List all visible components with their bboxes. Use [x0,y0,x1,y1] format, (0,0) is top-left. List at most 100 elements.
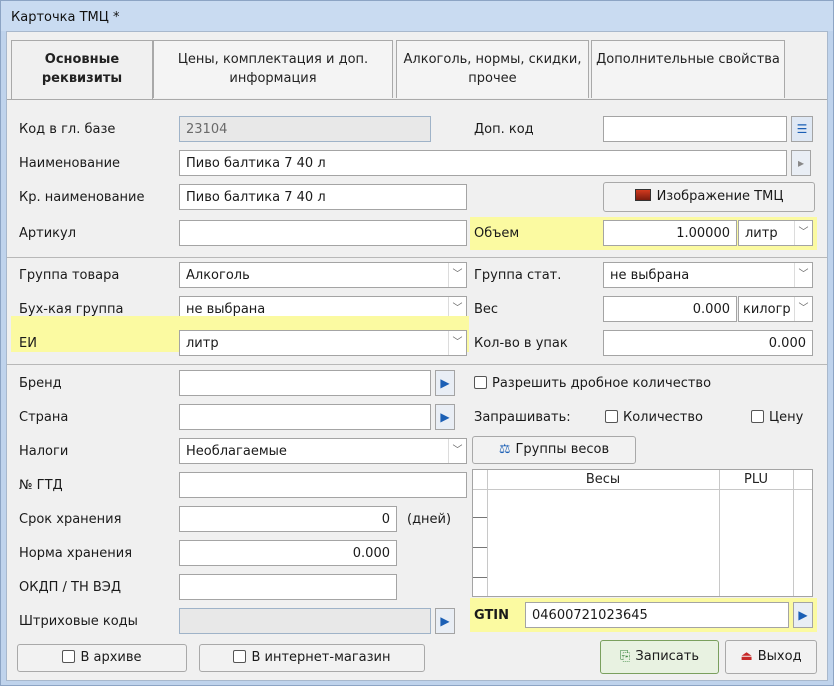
ask-label: Запрашивать: [474,410,571,425]
chevron-down-icon: ﹀ [794,297,812,321]
name-expand-icon[interactable]: ▸ [791,150,811,176]
archive-toggle[interactable]: В архиве [17,644,187,672]
form-content: Основные реквизиты Цены, комплектация и … [6,31,828,681]
tab-prices[interactable]: Цены, комплектация и доп. информация [153,40,393,98]
group-label: Группа товара [19,268,120,283]
fractional-label: Разрешить дробное количество [492,376,712,391]
checkbox-icon [751,410,764,423]
stat-group-value: не выбрана [610,268,690,283]
country-field[interactable] [179,404,431,430]
group-value: Алкоголь [186,268,250,283]
exit-label: Выход [757,649,802,664]
name-field[interactable]: Пиво балтика 7 40 л [179,150,787,176]
weight-unit-select[interactable]: килогр ﹀ [738,296,813,322]
window-title: Карточка ТМЦ * [1,1,833,31]
tab-basic-label: Основные реквизиты [41,52,123,86]
code-label: Код в гл. базе [19,122,116,137]
weight-field[interactable]: 0.000 [603,296,737,322]
exit-button[interactable]: ⏏ Выход [725,640,817,674]
exit-icon: ⏏ [740,649,753,664]
scale-icon: ⚖ [498,442,511,457]
acc-group-label: Бух-кая группа [19,302,124,317]
grid-tick [473,517,487,518]
stat-group-select[interactable]: не выбрана ﹀ [603,262,813,288]
save-icon: ⎘ [619,649,631,664]
gtin-label: GTIN [474,608,510,623]
list-icon[interactable]: ☰ [791,116,813,142]
eshop-label: В интернет-магазин [251,650,391,665]
ask-price-checkbox[interactable]: Цену [751,410,803,425]
brand-field[interactable] [179,370,431,396]
stat-group-label: Группа стат. [474,268,562,283]
tabs-divider [7,99,827,100]
weight-unit-value: килогр [743,302,791,317]
save-button[interactable]: ⎘ Записать [600,640,719,674]
grid-tick [473,577,487,578]
okdp-label: ОКДП / ТН ВЭД [19,580,122,595]
country-arrow-icon[interactable]: ▶ [435,404,455,430]
divider [7,364,827,365]
divider [7,257,827,258]
tab-extra-props[interactable]: Дополнительные свойства [591,40,785,98]
taxes-value: Необлагаемые [186,444,287,459]
fractional-checkbox[interactable]: Разрешить дробное количество [474,376,711,391]
pack-qty-field[interactable]: 0.000 [603,330,813,356]
shelf-life-unit: (дней) [407,512,452,527]
checkbox-icon [605,410,618,423]
save-label: Записать [635,649,699,664]
image-button-label: Изображение ТМЦ [656,189,784,204]
barcodes-label: Штриховые коды [19,614,138,629]
extra-code-label: Доп. код [474,122,534,137]
gtd-label: № ГТД [19,478,63,493]
volume-unit-select[interactable]: литр ﹀ [738,220,813,246]
image-button[interactable]: Изображение ТМЦ [603,182,815,212]
gtin-field[interactable]: 04600721023645 [525,602,789,628]
eshop-toggle[interactable]: В интернет-магазин [199,644,425,672]
article-field[interactable] [179,220,467,246]
chevron-down-icon: ﹀ [794,263,812,287]
volume-label: Объем [474,226,520,241]
code-field[interactable]: 23104 [179,116,431,142]
grid-col-scales: Весы [585,472,621,487]
tab-alcohol-label: Алкоголь, нормы, скидки, прочее [403,52,582,86]
taxes-select[interactable]: Необлагаемые ﹀ [179,438,467,464]
grid-tick [473,547,487,548]
weight-label: Вес [474,302,499,317]
storage-norm-label: Норма хранения [19,546,133,561]
scales-grid[interactable]: Весы PLU [472,469,813,597]
unit-select[interactable]: литр ﹀ [179,330,467,356]
group-select[interactable]: Алкоголь ﹀ [179,262,467,288]
article-label: Артикул [19,226,77,241]
gtin-arrow-icon[interactable]: ▶ [793,602,813,628]
barcodes-arrow-icon[interactable]: ▶ [435,608,455,634]
grid-line [793,470,794,596]
ask-qty-checkbox[interactable]: Количество [605,410,703,425]
country-label: Страна [19,410,69,425]
image-icon [634,189,651,201]
checkbox-icon [62,650,76,663]
tab-basic[interactable]: Основные реквизиты [11,40,153,100]
unit-label: ЕИ [19,336,37,351]
brand-arrow-icon[interactable]: ▶ [435,370,455,396]
taxes-label: Налоги [19,444,69,459]
short-name-field[interactable]: Пиво балтика 7 40 л [179,184,467,210]
chevron-down-icon: ﹀ [448,331,466,355]
unit-value: литр [186,336,219,351]
shelf-life-field[interactable]: 0 [179,506,397,532]
chevron-down-icon: ﹀ [448,263,466,287]
volume-field[interactable]: 1.00000 [603,220,737,246]
tab-alcohol[interactable]: Алкоголь, нормы, скидки, прочее [396,40,589,98]
gtd-field[interactable] [179,472,467,498]
extra-code-field[interactable] [603,116,787,142]
tab-extra-props-label: Дополнительные свойства [596,52,780,67]
checkbox-icon [233,650,247,663]
window: Карточка ТМЦ * Основные реквизиты Цены, … [0,0,834,686]
archive-label: В архиве [80,650,142,665]
storage-norm-field[interactable]: 0.000 [179,540,397,566]
ask-price-label: Цену [769,410,804,425]
weight-groups-button[interactable]: ⚖ Группы весов [472,436,636,464]
acc-group-value: не выбрана [186,302,266,317]
okdp-field[interactable] [179,574,397,600]
volume-unit-value: литр [745,226,778,241]
barcodes-field[interactable] [179,608,431,634]
